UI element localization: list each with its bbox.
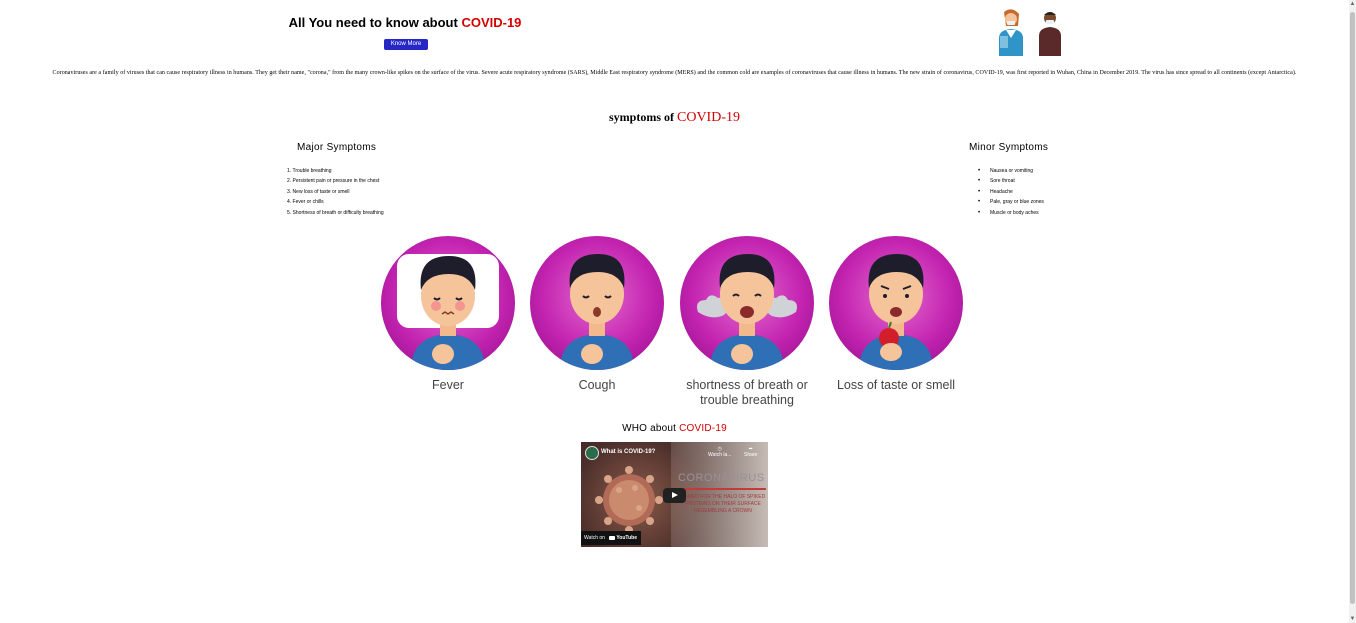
page: All You need to know about COVID-19 Know… xyxy=(0,0,1349,623)
watch-on-youtube-button[interactable]: Watch on YouTube xyxy=(581,531,641,545)
minor-symptoms-list: Nausea or vomiting Sore throat Headache … xyxy=(978,166,1044,218)
symptom-card-fever: Fever xyxy=(368,236,528,393)
major-symptoms-heading: Major Symptoms xyxy=(297,142,377,153)
minor-symptoms-heading: Minor Symptoms xyxy=(969,142,1049,153)
loss-of-taste-illustration xyxy=(829,236,963,370)
doctor-patient-illustration xyxy=(999,9,1061,56)
symptoms-title-text: symptoms of xyxy=(609,110,677,124)
coronavirus-image xyxy=(595,466,663,534)
hero-title: All You need to know about COVID-19 xyxy=(230,15,580,30)
card-label: Loss of taste or smell xyxy=(836,378,956,392)
video-title[interactable]: What is COVID-19? xyxy=(601,449,655,455)
shortness-of-breath-illustration xyxy=(680,236,814,370)
who-heading-text: WHO about xyxy=(622,423,680,434)
divider xyxy=(674,488,766,490)
share-label: Share xyxy=(744,452,758,458)
watch-later-button[interactable]: ◷ Watch la... xyxy=(708,446,731,458)
list-item: 3. New loss of taste or smell xyxy=(287,188,350,195)
scrollbar-thumb[interactable] xyxy=(1350,12,1355,604)
card-label: Fever xyxy=(432,378,464,392)
symptom-card-cough: Cough xyxy=(517,236,677,393)
list-item: 4. Fever or chills xyxy=(287,199,324,206)
who-heading-highlight: COVID-19 xyxy=(679,423,727,434)
play-button[interactable] xyxy=(663,488,686,503)
list-item: 2. Persistent pain or pressure in the ch… xyxy=(287,178,380,185)
card-label: shortness of breath or trouble breathing xyxy=(686,378,808,407)
list-item: Nausea or vomiting xyxy=(978,166,1044,177)
list-item: Sore throat xyxy=(978,176,1044,187)
fever-illustration xyxy=(381,236,515,370)
watch-on-label: Watch on xyxy=(584,535,605,541)
major-symptoms-list: 1. Trouble breathing 2. Persistent pain … xyxy=(287,166,384,218)
who-heading: WHO about COVID-19 xyxy=(0,423,1349,434)
list-item: 1. Trouble breathing xyxy=(287,168,332,174)
hero-title-highlight: COVID-19 xyxy=(461,15,522,30)
symptoms-title: symptoms of COVID-19 xyxy=(0,110,1349,126)
youtube-logo-icon xyxy=(609,535,616,540)
list-item: Pale, gray or blue zones xyxy=(978,197,1044,208)
list-item: 5. Shortness of breath or difficulty bre… xyxy=(287,209,384,216)
watch-later-label: Watch la... xyxy=(708,452,732,458)
cough-illustration xyxy=(530,236,664,370)
know-more-button[interactable]: Know More xyxy=(384,39,428,50)
scroll-down-arrow-icon[interactable]: ▼ xyxy=(1349,615,1356,623)
list-item: Muscle or body aches xyxy=(978,208,1044,219)
card-label: Cough xyxy=(578,378,616,392)
hero-title-text: All You need to know about xyxy=(288,15,462,30)
list-item: Headache xyxy=(978,187,1044,198)
video-caption: NAMED FOR THE HALO OF SPIKED PROTEINS ON… xyxy=(680,494,766,514)
youtube-label: YouTube xyxy=(616,535,637,541)
share-button[interactable]: ➦ Share xyxy=(744,446,757,458)
intro-paragraph: Coronaviruses are a family of viruses th… xyxy=(52,70,1297,76)
symptom-card-loss-of-taste: Loss of taste or smell xyxy=(816,236,976,393)
symptom-card-shortness-of-breath: shortness of breath or trouble breathing xyxy=(667,236,827,408)
vertical-scrollbar[interactable]: ▲ ▼ xyxy=(1349,0,1356,623)
channel-avatar[interactable] xyxy=(585,446,599,460)
symptoms-title-highlight: COVID-19 xyxy=(677,110,740,125)
scroll-up-arrow-icon[interactable]: ▲ xyxy=(1349,0,1356,8)
youtube-video-embed[interactable]: What is COVID-19? ◷ Watch la... ➦ Share CO… xyxy=(581,442,768,547)
video-big-text: CORONAVIRUS xyxy=(678,472,765,484)
